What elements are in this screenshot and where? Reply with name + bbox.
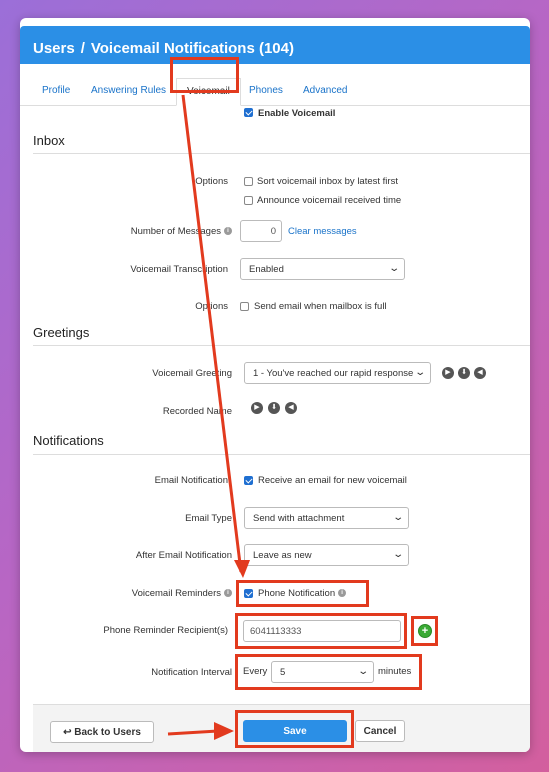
arrow-line-to-save — [167, 729, 219, 736]
arrow-line-to-reminders — [181, 94, 243, 573]
arrowhead-icon — [214, 722, 234, 740]
annotation-arrows — [167, 94, 250, 740]
arrowhead-icon — [234, 560, 250, 578]
